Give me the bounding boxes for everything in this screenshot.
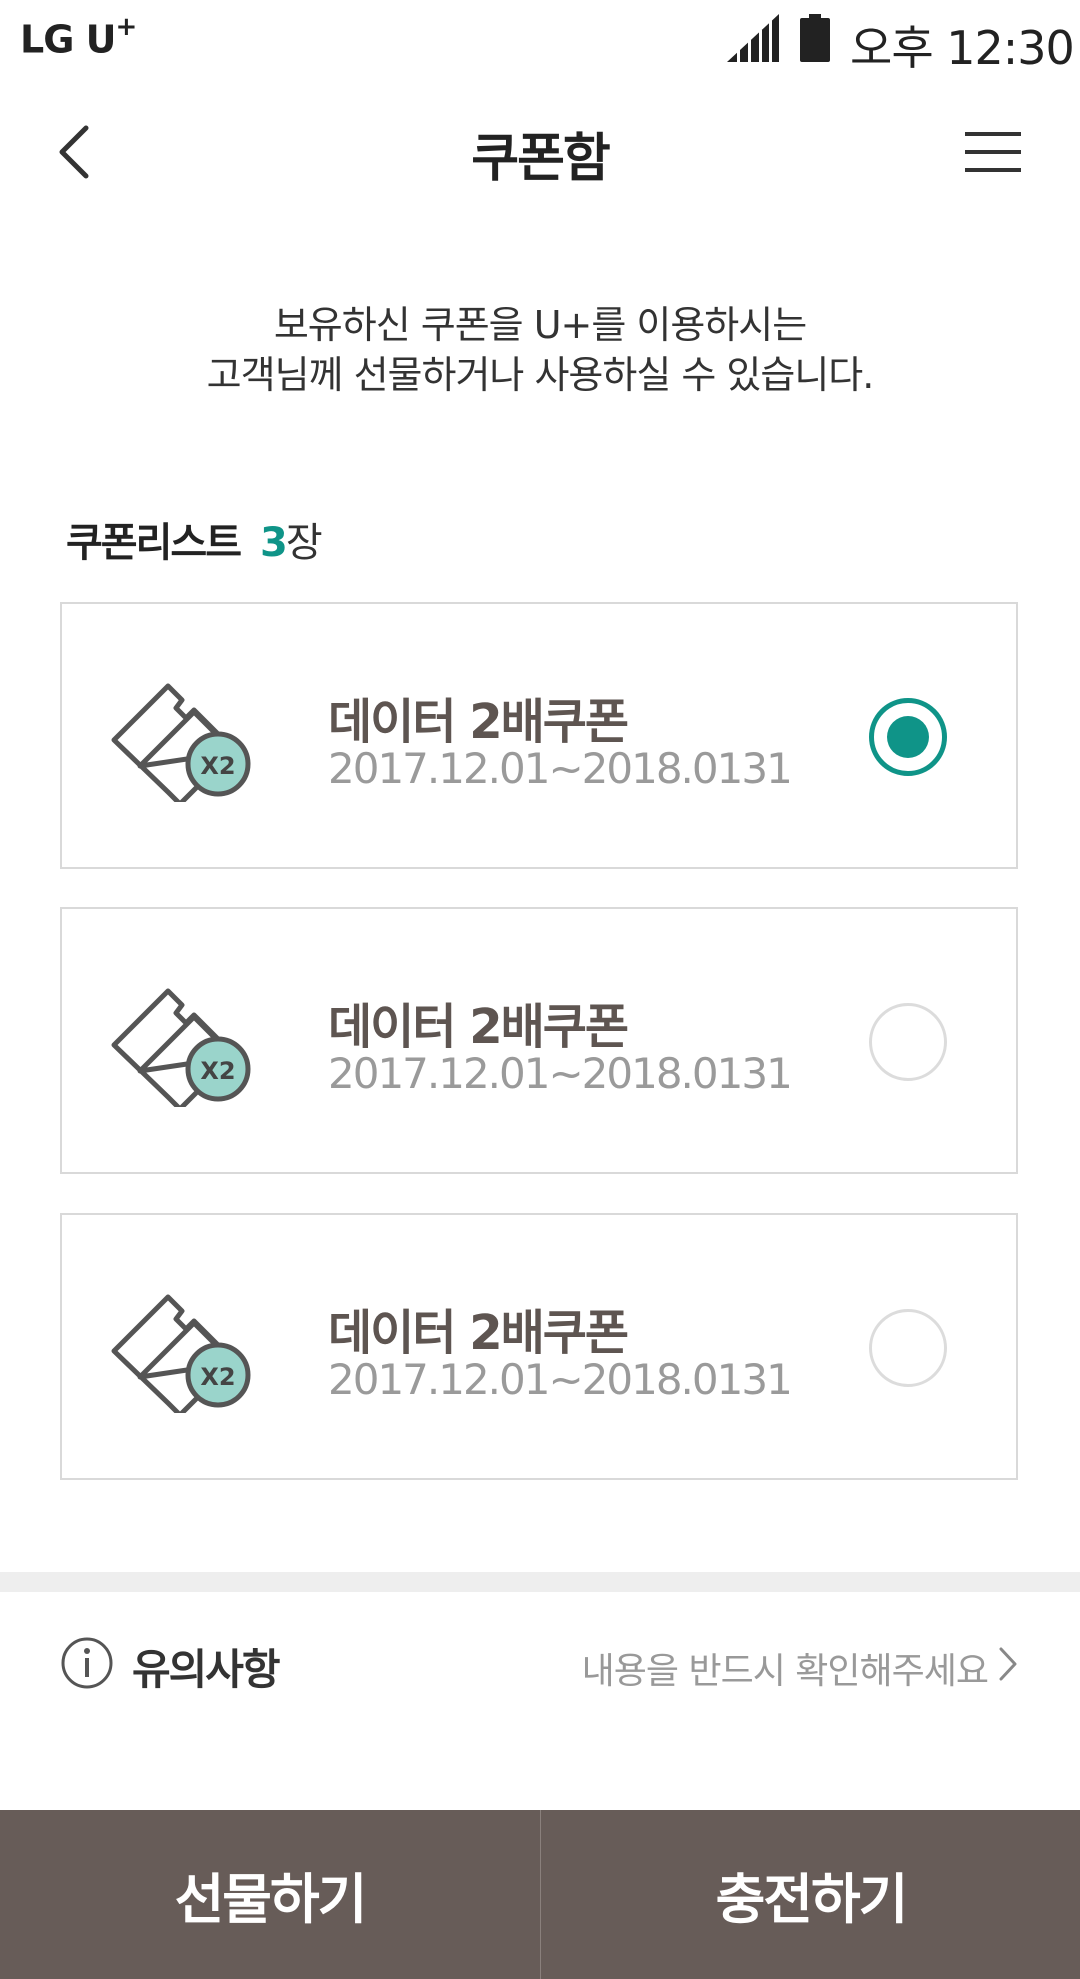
carrier-name: LG U: [20, 17, 116, 62]
coupon-card[interactable]: X2 데이터 2배쿠폰 2017.12.01~2018.0131: [60, 1213, 1018, 1480]
coupon-list-heading: 쿠폰리스트 3장: [66, 510, 323, 568]
battery-icon: [800, 14, 830, 62]
signal-icon: [727, 14, 779, 62]
section-divider: [0, 1572, 1080, 1592]
coupon-radio[interactable]: [869, 1003, 947, 1081]
intro-text: 보유하신 쿠폰을 U+를 이용하시는 고객님께 선물하거나 사용하실 수 있습니…: [0, 300, 1080, 400]
notice-link[interactable]: 내용을 반드시 확인해주세요: [582, 1642, 989, 1694]
info-icon: [61, 1637, 113, 1689]
coupon-card[interactable]: X2 데이터 2배쿠폰 2017.12.01~2018.0131: [60, 907, 1018, 1174]
coupon-list-title: 쿠폰리스트: [66, 520, 242, 566]
coupon-count-unit: 장: [285, 520, 323, 566]
coupon-badge: X2: [200, 1363, 235, 1391]
coupon-period: 2017.12.01~2018.0131: [328, 744, 793, 793]
hamburger-menu-icon[interactable]: [965, 130, 1021, 174]
gift-button[interactable]: 선물하기: [0, 1810, 540, 1979]
coupon-x2-icon: X2: [111, 683, 251, 802]
notice-row[interactable]: 유의사항 내용을 반드시 확인해주세요: [0, 1592, 1080, 1722]
intro-line-2: 고객님께 선물하거나 사용하실 수 있습니다.: [206, 353, 875, 397]
bottom-action-bar: 선물하기 충전하기: [0, 1810, 1080, 1979]
coupon-name: 데이터 2배쿠폰: [328, 999, 629, 1055]
status-bar: LG U+ 오후 12:30: [0, 0, 1080, 80]
coupon-radio-selected[interactable]: [869, 698, 947, 776]
coupon-name: 데이터 2배쿠폰: [328, 694, 629, 750]
top-app-bar: 쿠폰함: [0, 80, 1080, 220]
charge-button[interactable]: 충전하기: [541, 1810, 1080, 1979]
coupon-x2-icon: X2: [111, 988, 251, 1107]
coupon-x2-icon: X2: [111, 1294, 251, 1413]
coupon-count: 3: [260, 520, 288, 566]
coupon-period: 2017.12.01~2018.0131: [328, 1049, 793, 1098]
chevron-right-icon: [999, 1647, 1017, 1681]
coupon-badge: X2: [200, 1057, 235, 1085]
status-time: 오후 12:30: [850, 21, 1075, 75]
coupon-period: 2017.12.01~2018.0131: [328, 1355, 793, 1404]
carrier-label: LG U+: [20, 12, 137, 62]
coupon-radio[interactable]: [869, 1309, 947, 1387]
carrier-plus: +: [115, 12, 138, 42]
coupon-badge: X2: [200, 752, 235, 780]
coupon-name: 데이터 2배쿠폰: [328, 1305, 629, 1361]
intro-line-1: 보유하신 쿠폰을 U+를 이용하시는: [273, 303, 807, 347]
page-title: 쿠폰함: [471, 129, 611, 189]
notice-title: 유의사항: [132, 1645, 281, 1694]
coupon-card[interactable]: X2 데이터 2배쿠폰 2017.12.01~2018.0131: [60, 602, 1018, 869]
